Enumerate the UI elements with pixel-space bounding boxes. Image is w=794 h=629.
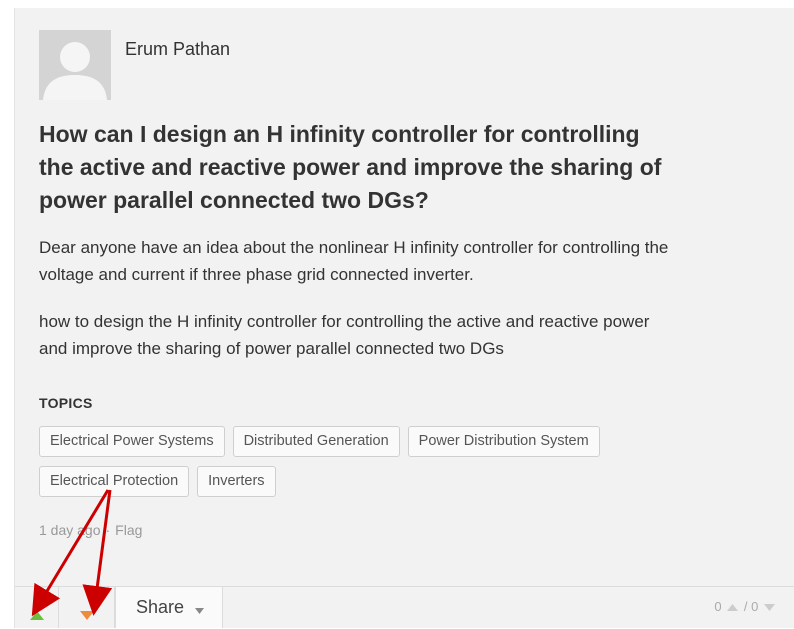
tag-row: Electrical Power Systems Distributed Gen…	[39, 426, 779, 457]
title-line: the active and reactive power and improv…	[39, 154, 662, 180]
topic-tags: Electrical Power Systems Distributed Gen…	[39, 426, 779, 506]
author-name[interactable]: Erum Pathan	[125, 39, 230, 60]
vote-score: 0 / 0	[714, 599, 777, 614]
flag-link[interactable]: Flag	[115, 522, 142, 538]
share-button[interactable]: Share	[115, 587, 223, 628]
user-silhouette-icon	[39, 30, 111, 100]
question-body-paragraph: how to design the H infinity controller …	[39, 308, 784, 362]
timestamp: 1 day ago	[39, 522, 101, 538]
downvote-count: 0	[751, 599, 759, 614]
title-line: power parallel connected two DGs?	[39, 187, 429, 213]
question-card: Erum Pathan How can I design an H infini…	[14, 8, 794, 628]
share-label: Share	[136, 597, 185, 617]
body-line: Dear anyone have an idea about the nonli…	[39, 238, 669, 257]
upvote-count: 0	[714, 599, 722, 614]
body-line: voltage and current if three phase grid …	[39, 265, 474, 284]
topic-tag-electrical-power-systems[interactable]: Electrical Power Systems	[39, 426, 225, 457]
down-arrow-icon	[764, 604, 775, 612]
up-arrow-icon	[29, 611, 44, 620]
question-body-paragraph: Dear anyone have an idea about the nonli…	[39, 234, 784, 288]
topic-tag-electrical-protection[interactable]: Electrical Protection	[39, 466, 190, 497]
topics-heading: TOPICS	[39, 395, 93, 411]
tag-row: Electrical Protection Inverters	[39, 466, 779, 497]
meta-separator: ·	[105, 522, 111, 538]
question-title: How can I design an H infinity controlle…	[39, 118, 779, 217]
title-line: How can I design an H infinity controlle…	[39, 121, 640, 147]
topic-tag-power-distribution-system[interactable]: Power Distribution System	[407, 426, 600, 457]
caret-down-icon	[195, 588, 205, 629]
action-bar: Share 0 / 0	[15, 586, 794, 628]
topic-tag-distributed-generation[interactable]: Distributed Generation	[232, 426, 400, 457]
topic-tag-inverters[interactable]: Inverters	[197, 466, 276, 497]
downvote-button[interactable]	[59, 587, 115, 628]
upvote-button[interactable]	[15, 587, 59, 628]
post-meta: 1 day ago · Flag	[39, 522, 142, 538]
up-arrow-icon	[727, 604, 739, 612]
body-line: how to design the H infinity controller …	[39, 312, 650, 331]
score-separator: /	[743, 599, 748, 614]
avatar[interactable]	[39, 30, 111, 100]
down-arrow-icon	[79, 611, 94, 620]
body-line: and improve the sharing of power paralle…	[39, 339, 504, 358]
